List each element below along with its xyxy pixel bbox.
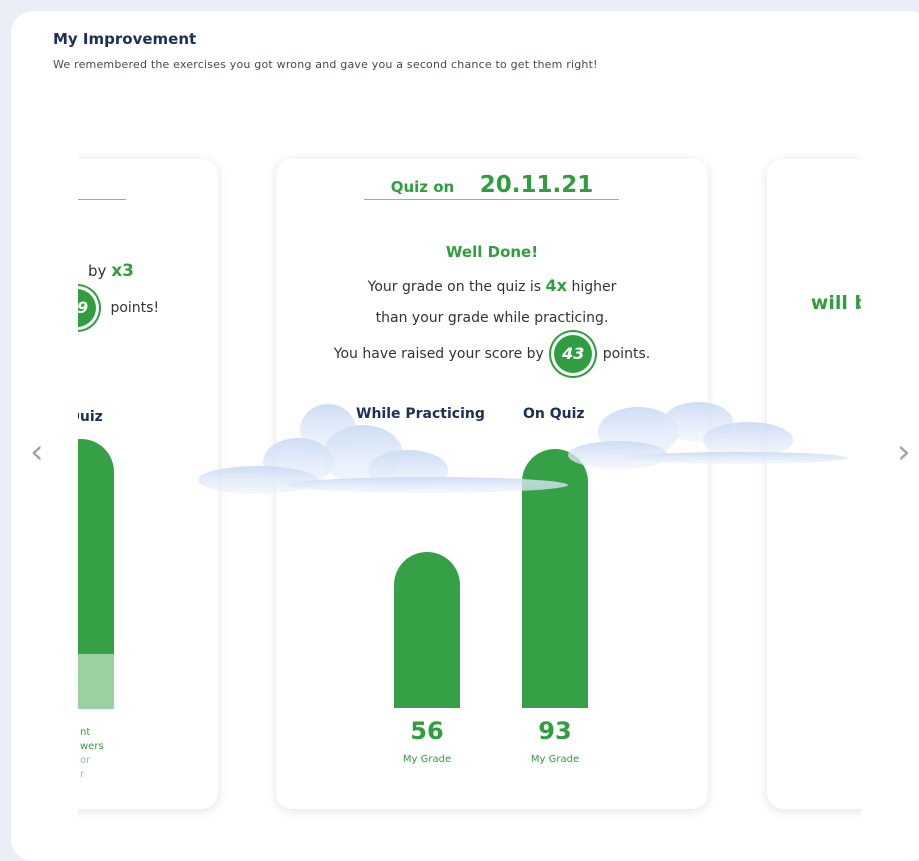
next-arrow-icon[interactable]: ›	[897, 435, 911, 469]
left-bar-quiz-lower	[78, 654, 114, 709]
points-raised-badge: 43	[554, 335, 593, 373]
score-factor: x3	[111, 261, 134, 281]
grade-caption-quiz: My Grade	[530, 754, 580, 765]
quiz-date: 20.11.21	[479, 172, 594, 198]
col-label-quiz: Quiz	[78, 409, 103, 425]
grade-factor: 4x	[545, 276, 567, 295]
card-divider	[78, 199, 126, 200]
cloud-decoration	[198, 402, 848, 494]
line1-post: higher	[571, 279, 617, 295]
points-label: points!	[110, 300, 160, 316]
raised-score-line: You have raised your score by 43 points.	[276, 335, 708, 373]
prev-arrow-icon[interactable]: ‹	[30, 435, 44, 469]
points-badge: 29	[78, 289, 96, 327]
line1-pre: Your grade on the quiz is	[367, 279, 542, 295]
left-caption-3: or	[80, 755, 91, 766]
well-done-heading: Well Done!	[445, 243, 539, 261]
next-card-text: N will be	[787, 267, 861, 315]
left-bar-quiz	[78, 439, 114, 654]
quiz-date-header: Quiz on 20.11.21	[276, 172, 708, 198]
left-caption-2: wers	[80, 741, 104, 752]
next-card-line2: will be	[810, 292, 861, 314]
left-caption-4: r	[80, 769, 85, 780]
section-title: My Improvement	[53, 30, 197, 48]
left-caption-1: nt	[80, 727, 91, 738]
grade-bar-practicing	[394, 552, 460, 708]
practice-compare-line: than your grade while practicing.	[375, 310, 609, 326]
line3-pre: You have raised your score by	[333, 346, 544, 362]
quiz-on-label: Quiz on	[390, 178, 455, 196]
header-divider	[364, 199, 619, 200]
by-label: by	[88, 262, 107, 280]
line3-post: points.	[602, 346, 651, 362]
grade-value-quiz: 93	[538, 717, 572, 745]
grade-value-practicing: 56	[410, 717, 444, 745]
score-factor-line: by x3	[88, 261, 134, 281]
grade-factor-line: Your grade on the quiz is 4x higher	[276, 276, 708, 295]
section-subtitle: We remembered the exercises you got wron…	[53, 58, 598, 71]
next-card-line1: N	[787, 267, 861, 291]
left-caption: nt wers or r	[80, 726, 104, 782]
carousel-viewport: by x3 29 points! Quiz nt wers or r Quiz …	[78, 150, 861, 830]
grade-caption-practicing: My Grade	[402, 754, 452, 765]
points-line: 29 points!	[78, 289, 159, 327]
